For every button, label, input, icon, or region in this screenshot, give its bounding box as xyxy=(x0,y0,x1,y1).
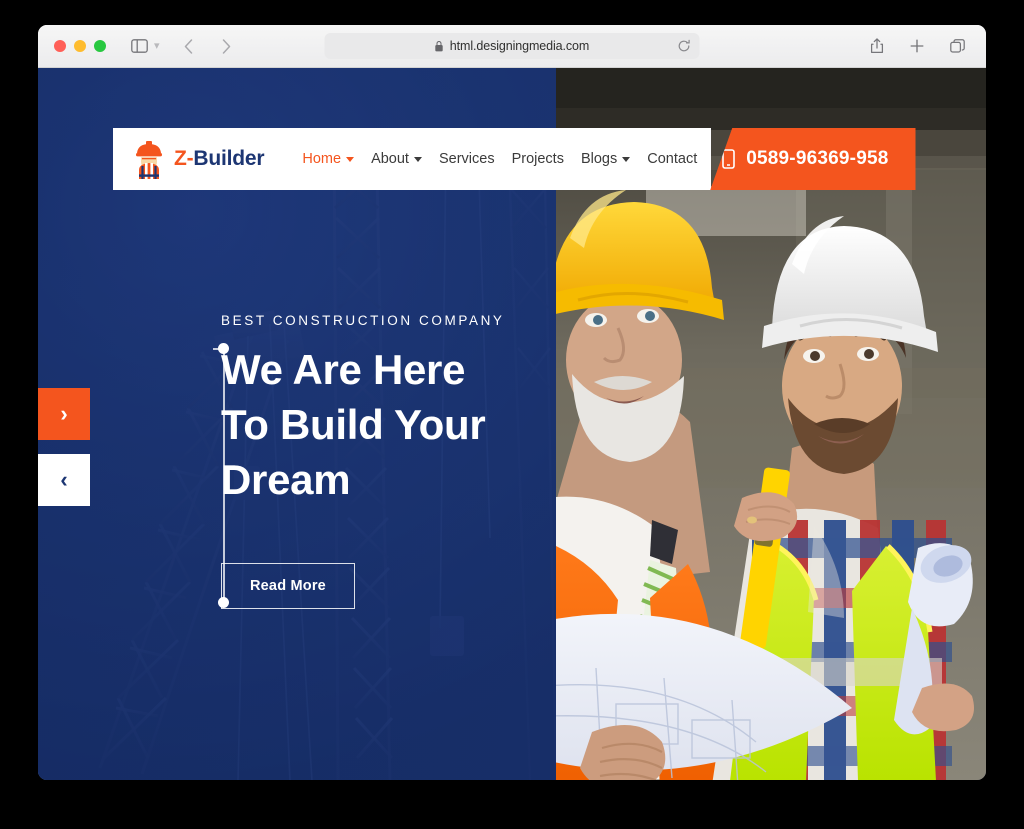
back-arrow-icon[interactable] xyxy=(176,33,202,59)
hero-eyebrow: BEST CONSTRUCTION COMPANY xyxy=(221,313,505,328)
chevron-down-icon-home[interactable] xyxy=(346,156,355,162)
chevron-down-icon-about[interactable] xyxy=(413,156,422,162)
nav-label-home: Home xyxy=(302,151,342,167)
forward-arrow-icon[interactable] xyxy=(214,33,240,59)
chevron-down-icon-blogs[interactable] xyxy=(622,156,631,162)
hero-content: BEST CONSTRUCTION COMPANY We Are Here To… xyxy=(221,313,551,610)
logo-main-text: Builder xyxy=(193,147,265,170)
chevron-left-icon: ‹ xyxy=(60,467,68,492)
reload-icon[interactable] xyxy=(678,39,691,53)
browser-window: ▾ html.designingmedia.com Z-Builder Home… xyxy=(38,25,986,780)
minimize-window-button[interactable] xyxy=(74,40,86,52)
slider-next-button[interactable]: › xyxy=(38,388,90,440)
page-viewport: Z-Builder Home About Services Projects B… xyxy=(38,68,986,780)
phone-number: 0589-96369-958 xyxy=(746,148,889,169)
hero-title: We Are Here To Build Your Dream xyxy=(221,342,551,507)
nav-item-projects[interactable]: Projects xyxy=(512,151,564,167)
plus-icon[interactable] xyxy=(904,33,930,59)
maximize-window-button[interactable] xyxy=(94,40,106,52)
hero-timeline-rail xyxy=(213,343,230,608)
nav-item-services[interactable]: Services xyxy=(439,151,495,167)
share-icon[interactable] xyxy=(864,33,890,59)
history-navigation xyxy=(176,33,240,59)
slider-prev-button[interactable]: ‹ xyxy=(38,454,90,506)
hero-title-line-1: We Are Here xyxy=(221,346,466,393)
tabs-overview-icon[interactable] xyxy=(944,33,970,59)
lock-icon xyxy=(435,40,444,52)
sidebar-toggle-icon[interactable] xyxy=(126,33,152,59)
browser-toolbar: ▾ html.designingmedia.com xyxy=(38,25,986,68)
rail-dot-top xyxy=(218,343,229,354)
hero-slider-controls: › ‹ xyxy=(38,388,90,506)
nav-label-contact: Contact xyxy=(647,151,698,167)
close-window-button[interactable] xyxy=(54,40,66,52)
nav-item-home[interactable]: Home xyxy=(302,151,355,167)
hero-eyebrow-row: BEST CONSTRUCTION COMPANY xyxy=(221,313,551,328)
url-text: html.designingmedia.com xyxy=(449,39,590,53)
sidebar-menu-chevron-down-icon[interactable]: ▾ xyxy=(154,39,162,54)
read-more-button[interactable]: Read More xyxy=(221,563,355,610)
nav-item-about[interactable]: About xyxy=(371,151,422,167)
nav-label-about: About xyxy=(371,151,409,167)
hero-title-line-2: To Build Your xyxy=(221,401,486,448)
site-header: Z-Builder Home About Services Projects B… xyxy=(113,128,916,190)
window-traffic-lights xyxy=(54,40,106,52)
nav-label-projects: Projects xyxy=(511,151,564,167)
rail-dot-bottom xyxy=(218,597,229,608)
rail-vertical-line xyxy=(223,349,225,603)
site-logo[interactable]: Z-Builder xyxy=(133,139,265,179)
nav-item-blogs[interactable]: Blogs xyxy=(580,151,631,167)
header-phone-block[interactable]: 0589-96369-958 xyxy=(710,128,916,190)
mobile-phone-icon xyxy=(722,149,736,169)
sidebar-controls: ▾ xyxy=(126,33,162,59)
main-navigation: Home About Services Projects Blogs Conta… xyxy=(302,151,697,167)
logo-accent-text: Z- xyxy=(174,147,194,170)
nav-item-contact[interactable]: Contact xyxy=(647,151,697,167)
screenshot-root: ▾ html.designingmedia.com Z-Builder Home… xyxy=(0,0,1024,829)
logo-text: Z-Builder xyxy=(174,147,265,171)
construction-worker-icon xyxy=(136,141,162,179)
address-bar[interactable]: html.designingmedia.com xyxy=(324,33,700,59)
hero-title-line-3: Dream xyxy=(221,456,351,503)
header-white-bar: Z-Builder Home About Services Projects B… xyxy=(113,128,712,190)
chevron-right-icon: › xyxy=(60,401,68,426)
toolbar-right-actions xyxy=(864,33,970,59)
nav-label-blogs: Blogs xyxy=(580,151,618,167)
nav-label-services: Services xyxy=(438,151,495,167)
